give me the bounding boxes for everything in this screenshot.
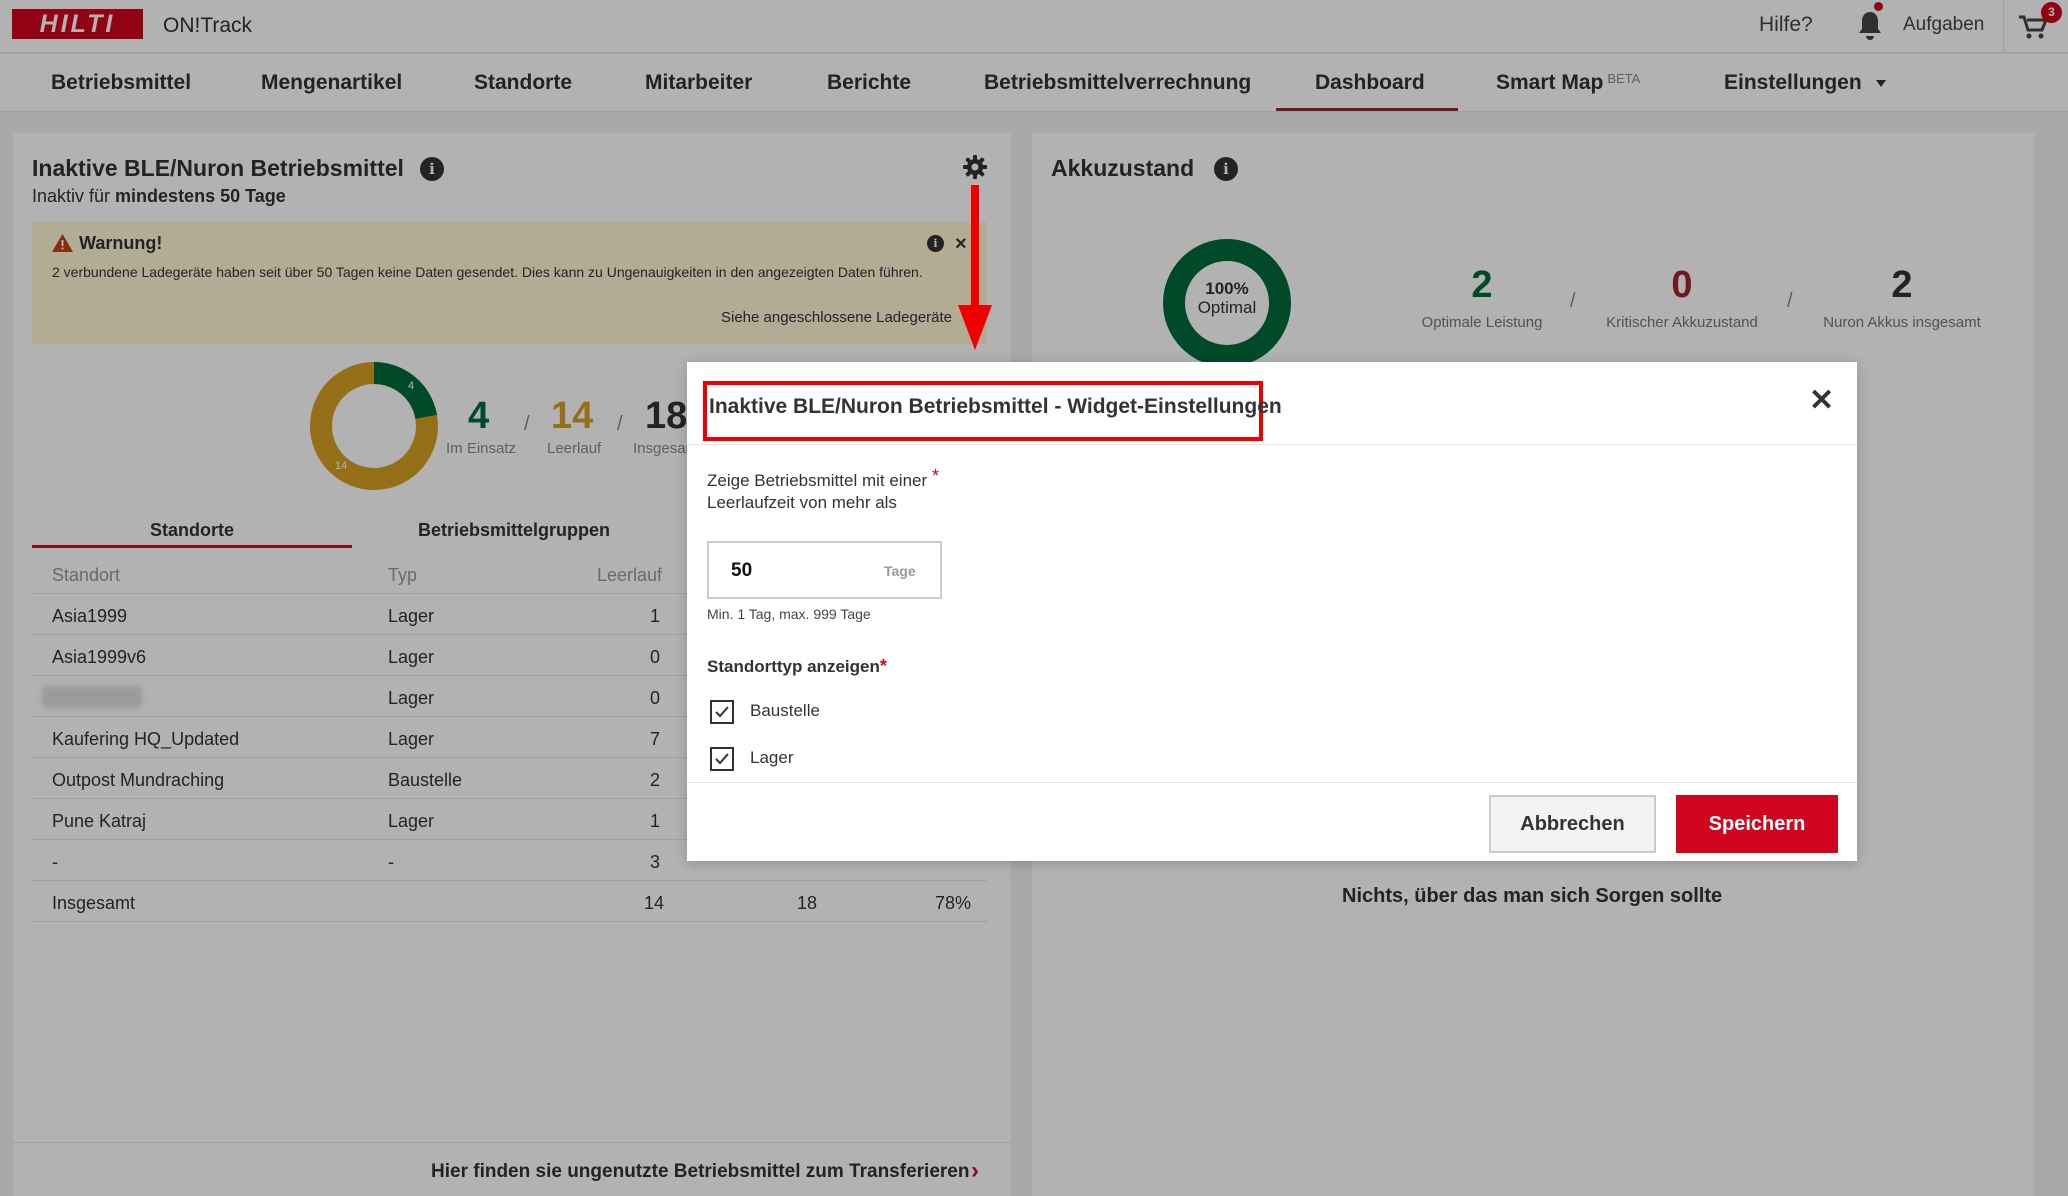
required-marker: * [932,466,940,486]
widget-settings-modal: Inaktive BLE/Nuron Betriebsmittel - Widg… [687,362,1857,861]
save-button[interactable]: Speichern [1676,795,1838,853]
idle-days-label: Zeige Betriebsmittel mit einer Leerlaufz… [707,471,928,512]
cancel-button[interactable]: Abbrechen [1489,795,1656,853]
checkmark-icon [715,753,729,765]
annotation-arrow-head [958,305,992,350]
location-type-label: Standorttyp anzeigen* [707,656,887,677]
idle-days-hint: Min. 1 Tag, max. 999 Tage [707,606,871,622]
required-marker: * [879,656,887,676]
idle-days-unit: Tage [884,563,916,579]
modal-footer: Abbrechen Speichern [687,782,1857,861]
idle-days-value: 50 [731,560,753,581]
location-type-text: Standorttyp anzeigen [707,657,880,676]
modal-title: Inaktive BLE/Nuron Betriebsmittel - Widg… [709,395,1282,418]
modal-header: Inaktive BLE/Nuron Betriebsmittel - Widg… [687,362,1857,445]
idle-days-input[interactable]: 50 Tage [707,541,942,599]
annotation-arrow-shaft [971,185,979,309]
checkbox-lager[interactable] [710,747,734,771]
checkbox-lager-label[interactable]: Lager [750,748,793,768]
checkbox-baustelle-label[interactable]: Baustelle [750,701,820,721]
close-icon[interactable]: ✕ [1809,386,1834,416]
checkmark-icon [715,706,729,718]
checkbox-baustelle[interactable] [710,700,734,724]
